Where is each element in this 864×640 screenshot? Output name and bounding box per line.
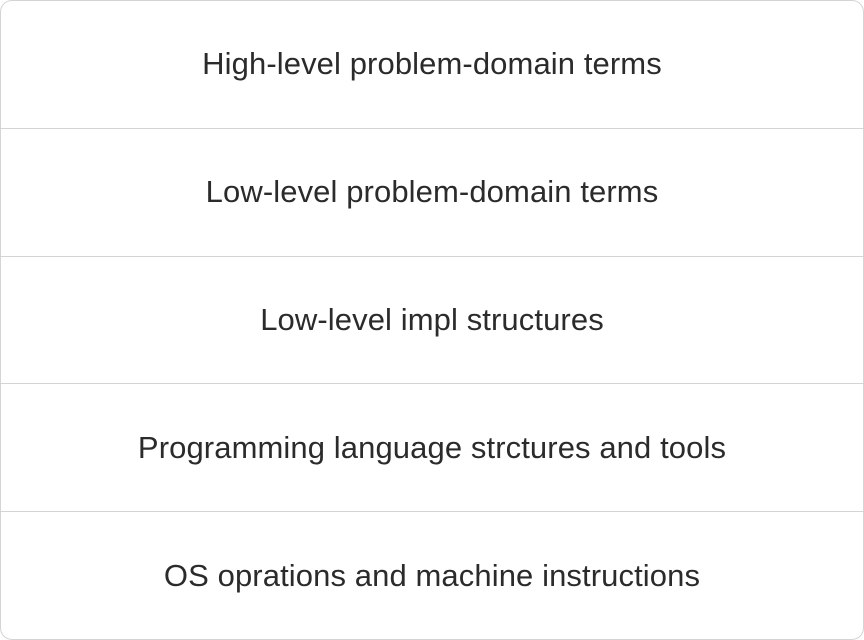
layer-label: High-level problem-domain terms <box>202 46 662 82</box>
layer-high-level-problem-domain: High-level problem-domain terms <box>1 1 863 128</box>
layer-label: Low-level problem-domain terms <box>205 174 659 210</box>
layer-label: Programming language strctures and tools <box>137 429 727 465</box>
layer-low-level-impl-structures: Low-level impl structures <box>1 255 863 384</box>
layer-programming-language: Programming language strctures and tools <box>1 383 863 511</box>
abstraction-layer-stack: High-level problem-domain terms Low-leve… <box>0 0 864 640</box>
layer-os-machine-instructions: OS oprations and machine instructions <box>1 511 863 639</box>
layer-label: OS oprations and machine instructions <box>163 557 701 593</box>
layer-low-level-problem-domain: Low-level problem-domain terms <box>1 127 863 256</box>
layer-label: Low-level impl structures <box>260 301 604 337</box>
